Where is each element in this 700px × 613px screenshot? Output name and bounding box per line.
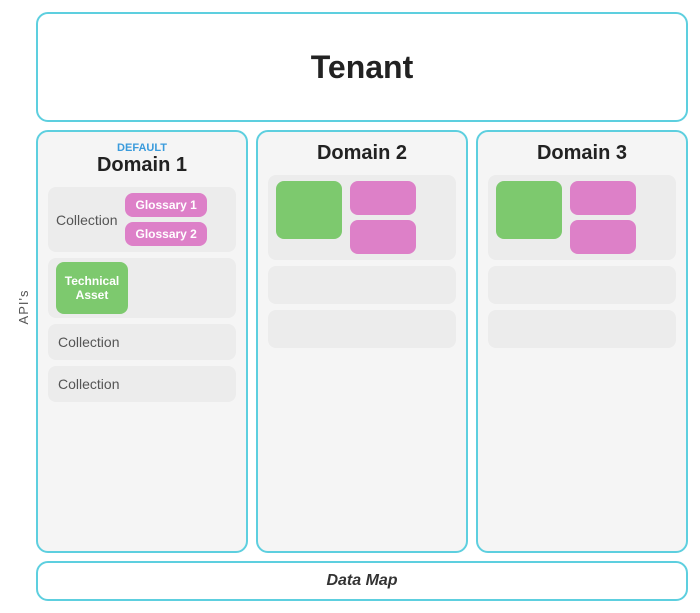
tenant-box: Tenant (36, 12, 688, 122)
domain1-row1: Collection Glossary 1 Glossary 2 (48, 187, 236, 252)
domain2-pink-box1 (350, 181, 416, 215)
domain1-glossary1: Glossary 1 (125, 193, 206, 217)
domain3-pink-box1 (570, 181, 636, 215)
domain1-glossary2: Glossary 2 (125, 222, 206, 246)
datamap-box: Data Map (36, 561, 688, 601)
domain2-box: Domain 2 (256, 130, 468, 553)
domain2-title: Domain 2 (268, 142, 456, 165)
domain3-pink-stack (570, 181, 636, 254)
domains-row: DEFAULT Domain 1 Collection Glossary 1 G… (36, 130, 688, 553)
domain1-box: DEFAULT Domain 1 Collection Glossary 1 G… (36, 130, 248, 553)
tenant-label: Tenant (311, 49, 414, 86)
domain1-title: Domain 1 (48, 154, 236, 177)
domain3-row1 (488, 175, 676, 260)
domain3-title: Domain 3 (488, 142, 676, 165)
domain1-default-label: DEFAULT (48, 142, 236, 154)
domain2-pink-box2 (350, 220, 416, 254)
domain1-technical-asset: Technical Asset (56, 262, 128, 314)
domain2-header: Domain 2 (268, 142, 456, 165)
domain3-green-box (496, 181, 562, 239)
domain1-collection-label: Collection (56, 212, 117, 228)
domain1-collection3-label: Collection (58, 376, 119, 392)
domain1-glossary-stack: Glossary 1 Glossary 2 (125, 193, 206, 246)
domain3-pink-box2 (570, 220, 636, 254)
datamap-label: Data Map (326, 572, 397, 590)
domain3-row3 (488, 310, 676, 348)
domain3-header: Domain 3 (488, 142, 676, 165)
domain2-row1 (268, 175, 456, 260)
domain3-row2 (488, 266, 676, 304)
domain1-collection2-label: Collection (58, 334, 119, 350)
domain2-pink-stack (350, 181, 416, 254)
domain1-row3: Collection (48, 324, 236, 360)
domain1-row2: Technical Asset (48, 258, 236, 318)
outer-container: API's Tenant DEFAULT Domain 1 Collection… (0, 0, 700, 613)
domain2-green-box (276, 181, 342, 239)
domain2-row2 (268, 266, 456, 304)
domain1-row4: Collection (48, 366, 236, 402)
domain3-box: Domain 3 (476, 130, 688, 553)
domain1-header: DEFAULT Domain 1 (48, 142, 236, 177)
domain2-row3 (268, 310, 456, 348)
apis-label: API's (16, 289, 31, 324)
